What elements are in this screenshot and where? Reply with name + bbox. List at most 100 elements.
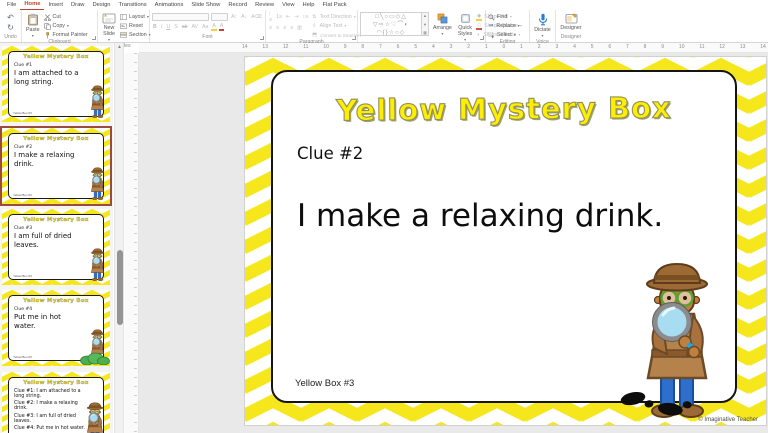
tab-record[interactable]: Record bbox=[224, 1, 251, 10]
select-icon bbox=[488, 31, 495, 39]
tab-insert[interactable]: Insert bbox=[44, 1, 67, 10]
italic-button[interactable]: I bbox=[160, 24, 164, 30]
new-slide-button[interactable]: New Slide ▾ bbox=[100, 12, 118, 43]
tab-design[interactable]: Design bbox=[88, 1, 114, 10]
section-button[interactable]: Section ▾ bbox=[120, 31, 151, 39]
find-button[interactable]: Find bbox=[488, 13, 527, 21]
tab-slide-show[interactable]: Slide Show bbox=[187, 1, 224, 10]
highlight-color-button[interactable]: A bbox=[211, 23, 217, 31]
dialog-launcher-icon[interactable] bbox=[92, 36, 96, 40]
tab-animations[interactable]: Animations bbox=[151, 1, 188, 10]
copyright-credit: © Imaginative Teacher bbox=[698, 417, 758, 423]
slide-editing-canvas[interactable]: Yellow Mystery Box Clue #2 I make a rela… bbox=[139, 53, 768, 433]
dialog-launcher-icon[interactable] bbox=[260, 36, 264, 40]
dropdown-caret-icon: ▾ bbox=[107, 37, 110, 42]
align-text-icon: ⇳ bbox=[312, 23, 317, 29]
increase-indent-icon[interactable]: ⇥ bbox=[293, 14, 299, 20]
quick-styles-button[interactable]: Quick Styles ▾ bbox=[456, 12, 474, 43]
slide-thumbnail-4[interactable]: Yellow Mystery Box Clue #4 Put me in hot… bbox=[2, 290, 110, 366]
clue-text-textbox[interactable]: I make a relaxing drink. bbox=[297, 194, 687, 239]
select-button[interactable]: Select ▾ bbox=[488, 31, 527, 39]
tab-view[interactable]: View bbox=[278, 1, 298, 10]
group-undo: ↶ ↻ Undo bbox=[0, 10, 22, 42]
ribbon: ↶ ↻ Undo Paste ▾ Cut Copy ▾ Format Paint… bbox=[0, 10, 768, 49]
redo-icon[interactable]: ↻ bbox=[2, 23, 19, 32]
underline-button[interactable]: U bbox=[165, 24, 171, 30]
thumbnail-clue-label: Clue #3 bbox=[14, 226, 33, 231]
align-center-icon[interactable]: ≡ bbox=[275, 25, 280, 31]
tab-home[interactable]: Home bbox=[20, 0, 45, 10]
slide-title[interactable]: Yellow Mystery Box bbox=[273, 90, 735, 128]
tab-flat-pack[interactable]: Flat Pack bbox=[318, 1, 350, 10]
slide-thumbnail-1[interactable]: Yellow Mystery Box Clue #1 I am attached… bbox=[2, 46, 110, 122]
align-text-button[interactable]: ⇳ Align Text ▾ bbox=[311, 22, 361, 30]
ribbon-tab-strip: File Home Insert Draw Design Transitions… bbox=[0, 0, 768, 10]
gallery-up-icon[interactable]: ▲ bbox=[423, 13, 427, 18]
ruler-number: 13 bbox=[262, 44, 268, 50]
replace-button[interactable]: ⇄ Replace ▾ bbox=[488, 22, 527, 30]
font-color-button[interactable]: A bbox=[218, 23, 225, 31]
dropdown-caret-icon: ▾ bbox=[344, 23, 347, 28]
copy-button[interactable]: Copy ▾ bbox=[43, 22, 88, 30]
decrease-indent-icon[interactable]: ⇤ bbox=[285, 14, 291, 20]
replace-icon: ⇄ bbox=[489, 23, 494, 29]
tab-help[interactable]: Help bbox=[299, 1, 319, 10]
tab-file[interactable]: File bbox=[3, 1, 20, 10]
strikethrough-button[interactable]: ab bbox=[181, 24, 189, 30]
gallery-more-icon[interactable]: ▦ bbox=[423, 30, 427, 35]
dropdown-caret-icon: ▾ bbox=[464, 37, 467, 42]
layout-button[interactable]: Layout ▾ bbox=[120, 13, 151, 21]
tab-review[interactable]: Review bbox=[251, 1, 278, 10]
dialog-launcher-icon[interactable] bbox=[352, 36, 356, 40]
change-case-button[interactable]: Aa bbox=[201, 24, 209, 30]
detective-clipart bbox=[87, 85, 108, 119]
thumbnail-footer: Yellow Box #3 bbox=[13, 111, 32, 115]
align-left-icon[interactable]: ≡ bbox=[268, 25, 273, 31]
font-name-combobox[interactable] bbox=[152, 13, 209, 21]
vertical-ruler[interactable] bbox=[125, 53, 139, 433]
tab-draw[interactable]: Draw bbox=[67, 1, 89, 10]
justify-icon[interactable]: ≡ bbox=[289, 25, 294, 31]
designer-button[interactable]: Designer bbox=[558, 12, 584, 32]
ruler-number: 3 bbox=[555, 44, 559, 50]
arrange-button[interactable]: Arrange ▾ bbox=[431, 12, 454, 37]
font-size-combobox[interactable] bbox=[210, 13, 229, 21]
increase-font-size-icon[interactable]: A↑ bbox=[230, 14, 238, 20]
slide-thumbnail-3[interactable]: Yellow Mystery Box Clue #3 I am full of … bbox=[2, 209, 110, 285]
clear-formatting-icon[interactable]: A⌫ bbox=[250, 14, 263, 20]
thumbnail-panel-scrollbar[interactable]: ▲ bbox=[114, 43, 124, 433]
slide-thumbnail-2-selected[interactable]: Yellow Mystery Box Clue #2 I make a rela… bbox=[0, 126, 112, 206]
horizontal-ruler[interactable]: 14 13 12 11 10 9 8 7 6 5 4 3 2 1 0 1 2 3 4 5 6 7 8 9 10 11 12 13 14 bbox=[139, 43, 768, 53]
dialog-launcher-icon[interactable] bbox=[480, 36, 484, 40]
current-slide[interactable]: Yellow Mystery Box Clue #2 I make a rela… bbox=[245, 57, 766, 425]
cut-button[interactable]: Cut bbox=[43, 13, 88, 21]
clue-label-textbox[interactable]: Clue #2 bbox=[297, 144, 363, 163]
gallery-down-icon[interactable]: ▼ bbox=[423, 22, 427, 27]
decrease-font-size-icon[interactable]: A↓ bbox=[240, 14, 248, 20]
undo-icon[interactable]: ↶ bbox=[2, 13, 19, 22]
bullets-icon[interactable]: ⁝≡ bbox=[268, 11, 273, 23]
numbering-icon[interactable]: 1≡ bbox=[275, 14, 283, 20]
bold-button[interactable]: B bbox=[152, 24, 158, 30]
thumbnail-title: Yellow Mystery Box bbox=[23, 217, 89, 223]
text-direction-button[interactable]: ⇅ Text Direction ▾ bbox=[311, 13, 361, 21]
reset-button[interactable]: Reset bbox=[120, 22, 151, 30]
columns-icon[interactable]: ▥ bbox=[296, 25, 303, 31]
scroll-up-icon[interactable]: ▲ bbox=[117, 44, 122, 50]
footprints-clipart[interactable] bbox=[613, 387, 701, 419]
thumbnail-clue-line: Clue #1: I am attached to a long string. bbox=[14, 388, 81, 399]
slide-thumbnail-5[interactable]: Yellow Mystery Box Clue #1: I am attache… bbox=[2, 372, 110, 433]
dictate-button[interactable]: Dictate ▾ bbox=[532, 12, 553, 39]
shape-gallery[interactable]: □╲○▭◇△ ▽⇨☆♡⌒◐ ◠{}☆○◇ ▲ ▼ ▦ bbox=[360, 12, 429, 36]
tab-transitions[interactable]: Transitions bbox=[115, 1, 151, 10]
group-paragraph: ⁝≡ 1≡ ⇤ ⇥ ↕≡ ≡ ≡ ≡ ≡ ▥ ⇅ Text Direction … bbox=[266, 10, 361, 45]
character-spacing-button[interactable]: AV bbox=[190, 24, 199, 30]
slide-footer-textbox[interactable]: Yellow Box #3 bbox=[295, 378, 354, 389]
paste-button[interactable]: Paste ▾ bbox=[24, 12, 42, 39]
text-shadow-button[interactable]: S bbox=[173, 24, 178, 30]
align-right-icon[interactable]: ≡ bbox=[282, 25, 287, 31]
format-painter-button[interactable]: Format Painter bbox=[44, 31, 88, 39]
scrollbar-thumb[interactable] bbox=[116, 250, 123, 325]
shape-gallery-shapes[interactable]: □╲○▭◇△ ▽⇨☆♡⌒◐ ◠{}☆○◇ bbox=[360, 12, 422, 36]
line-spacing-icon[interactable]: ↕≡ bbox=[302, 14, 310, 20]
